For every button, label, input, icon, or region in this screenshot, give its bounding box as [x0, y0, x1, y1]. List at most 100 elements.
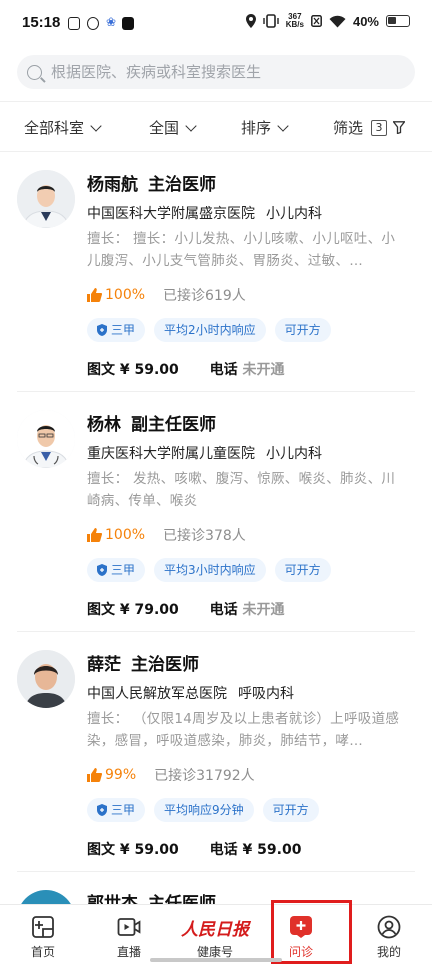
tag-response: 平均2小时内响应 [154, 318, 266, 342]
funnel-icon [393, 121, 406, 134]
tag-list: 三甲 平均2小时内响应 可开方 [87, 318, 407, 342]
filter-label: 筛选 [333, 119, 364, 137]
consult-count: 已接诊619人 [163, 288, 246, 304]
doctor-avatar [17, 170, 75, 228]
rating-percent: 100% [105, 527, 146, 543]
filter-count-badge: 3 [371, 119, 388, 136]
filter-button[interactable]: 筛选 3 [333, 117, 406, 138]
doctor-name: 杨雨航 [87, 175, 138, 195]
phone-consult-label: 电话 [209, 362, 238, 378]
chevron-down-icon [277, 119, 289, 132]
tag-grade: 三甲 [87, 318, 146, 342]
nav-label: 首页 [30, 945, 55, 959]
nav-item-home[interactable]: 首页 [0, 905, 86, 964]
doctor-specialty: 擅长： （仅限14周岁及以上患者就诊）上呼吸道感染，感冒，呼吸道感染，肺炎，肺结… [87, 711, 400, 749]
vibrate-icon [263, 14, 279, 28]
network-speed: 367 KB/s [286, 13, 304, 29]
tag-label: 三甲 [111, 563, 136, 577]
chevron-down-icon [90, 119, 102, 132]
text-consult-price: 图文 ¥ 79.00 [87, 602, 179, 618]
app-notification-icon [87, 17, 99, 30]
doctor-avatar [17, 890, 75, 904]
department-filter-label: 全部科室 [24, 119, 85, 137]
consult-count: 已接诊31792人 [154, 768, 255, 784]
status-time: 15:18 [22, 14, 61, 31]
price-line: 图文 ¥ 59.00 电话 未开通 [87, 359, 407, 379]
chevron-down-icon [185, 119, 197, 132]
divider [0, 151, 432, 152]
speed-unit: KB/s [285, 20, 304, 29]
shield-icon [97, 804, 107, 816]
rating-line: 100% 已接诊378人 [87, 525, 407, 545]
battery-percent: 40% [352, 13, 379, 29]
search-bar[interactable] [17, 55, 415, 89]
doctor-name-line: 杨雨航 主治医师 [87, 170, 407, 195]
tag-prescription: 可开方 [274, 318, 331, 342]
text-consult-price: 图文 ¥ 59.00 [87, 842, 179, 858]
department-name: 小儿内科 [266, 206, 322, 222]
hospital-name: 中国人民解放军总医院 [87, 686, 227, 702]
doctor-card[interactable]: 薛茫 主治医师 中国人民解放军总医院 呼吸内科 擅长： （仅限14周岁及以上患者就诊… [0, 650, 432, 870]
doctor-card[interactable]: 郭世杰 主任医师 [0, 890, 432, 904]
search-input[interactable] [51, 63, 391, 81]
sort-filter-label: 排序 [241, 119, 272, 137]
doctor-info: 郭世杰 主任医师 [87, 890, 407, 904]
doctor-info: 杨林 副主任医师 重庆医科大学附属儿童医院 小儿内科 擅长： 发热、咳嗽、腹泻、惊厥… [87, 410, 407, 619]
nav-item-health-account[interactable]: 人民日报 健康号 [172, 905, 258, 964]
thumbs-up-icon [87, 288, 102, 302]
tag-prescription: 可开方 [274, 558, 331, 582]
thumbs-up-icon [87, 528, 102, 542]
hospital-line: 中国医科大学附属盛京医院 小儿内科 [87, 203, 407, 223]
status-bar: 15:18 ❀ 367 KB/s 40% [0, 0, 432, 48]
rating-percent: 100% [105, 287, 146, 303]
nav-item-consult[interactable]: 问诊 [258, 905, 344, 964]
region-filter[interactable]: 全国 [149, 117, 197, 138]
doctor-card[interactable]: 杨雨航 主治医师 中国医科大学附属盛京医院 小儿内科 擅长： 擅长：小儿发热、小儿咳… [0, 170, 432, 390]
doctor-avatar [17, 410, 75, 468]
wifi-icon [329, 15, 346, 27]
tag-grade: 三甲 [87, 558, 146, 582]
phone-consult-price: 未开通 [242, 602, 285, 618]
doctor-title: 副主任医师 [131, 415, 216, 435]
department-name: 小儿内科 [266, 446, 322, 462]
rating-line: 100% 已接诊619人 [87, 285, 407, 305]
phone-consult-price: 未开通 [242, 362, 285, 378]
nav-item-live[interactable]: 直播 [86, 905, 172, 964]
phone-consult-label: 电话 [209, 842, 238, 858]
filter-bar: 全部科室 全国 排序 筛选 3 [0, 103, 432, 151]
doctor-title: 主治医师 [131, 655, 199, 675]
department-filter[interactable]: 全部科室 [24, 117, 102, 138]
home-plus-icon [32, 916, 54, 938]
phone-consult-label: 电话 [209, 602, 238, 618]
doctor-info: 杨雨航 主治医师 中国医科大学附属盛京医院 小儿内科 擅长： 擅长：小儿发热、小儿咳… [87, 170, 407, 379]
doctor-title: 主任医师 [148, 894, 216, 904]
video-icon [117, 918, 141, 936]
doctor-avatar [17, 650, 75, 708]
doctor-name: 薛茫 [87, 655, 121, 675]
doctor-card[interactable]: 杨林 副主任医师 重庆医科大学附属儿童医院 小儿内科 擅长： 发热、咳嗽、腹泻、惊厥… [0, 410, 432, 630]
tag-label: 三甲 [111, 323, 136, 337]
phone-consult-price: ¥ 59.00 [242, 842, 302, 858]
doctor-name: 郭世杰 [87, 894, 138, 904]
home-indicator[interactable] [150, 958, 282, 962]
price-line: 图文 ¥ 59.00 电话 ¥ 59.00 [87, 839, 407, 859]
flower-icon: ❀ [106, 15, 117, 29]
nav-label: 我的 [376, 945, 401, 959]
gallery-icon [68, 17, 80, 30]
people-daily-logo: 人民日报 [181, 920, 249, 940]
tag-prescription: 可开方 [262, 798, 319, 822]
shield-icon [97, 564, 107, 576]
tag-response: 平均3小时内响应 [154, 558, 266, 582]
doctor-specialty: 擅长： 擅长：小儿发热、小儿咳嗽、小儿呕吐、小儿腹泻、小儿支气管肺炎、胃肠炎、过… [87, 231, 396, 269]
sort-filter[interactable]: 排序 [241, 117, 289, 138]
tag-list: 三甲 平均响应9分钟 可开方 [87, 798, 407, 822]
rating-percent: 99% [105, 767, 137, 783]
divider [17, 391, 415, 392]
divider [17, 871, 415, 872]
divider [0, 101, 432, 102]
hospital-line: 重庆医科大学附属儿童医院 小儿内科 [87, 443, 407, 463]
status-right: 367 KB/s 40% [245, 13, 410, 29]
battery-icon [386, 15, 410, 27]
nav-item-profile[interactable]: 我的 [346, 905, 432, 964]
text-consult-price: 图文 ¥ 59.00 [87, 362, 179, 378]
